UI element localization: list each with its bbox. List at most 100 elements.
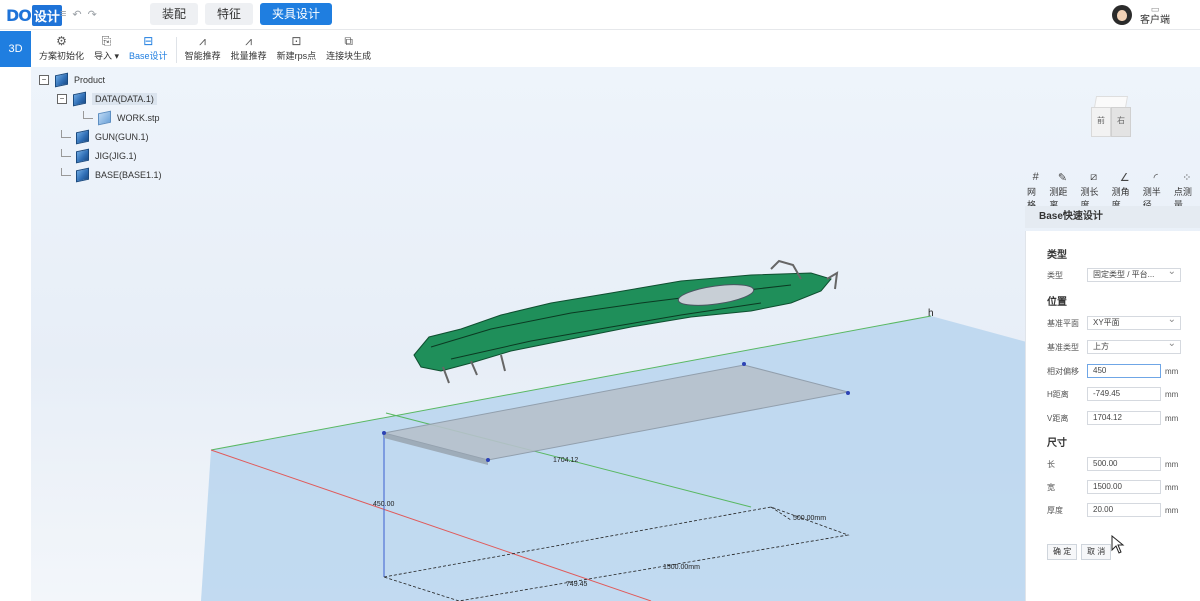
tool-label: 批量推荐	[230, 51, 267, 61]
part-icon	[97, 111, 111, 124]
grid-icon: #	[1032, 171, 1039, 183]
panel-title: Base快速设计	[1025, 206, 1200, 228]
assembly-icon	[72, 92, 86, 105]
axis-h-label: h	[928, 308, 934, 319]
tool-batch-recommend[interactable]: ⩘ 批量推荐	[226, 33, 272, 63]
assembly-icon	[75, 130, 89, 143]
tab-assembly[interactable]: 装配	[150, 3, 199, 25]
module-tabs: 装配 特征 夹具设计	[150, 3, 333, 25]
tool-label: Base设计	[129, 51, 168, 61]
tool-smart-recommend[interactable]: ⩘ 智能推荐	[180, 33, 226, 63]
ok-button[interactable]: 确 定	[1047, 544, 1078, 560]
client-button[interactable]: ▭ 客户端	[1140, 4, 1170, 26]
user-area[interactable]: ▭ 客户端	[1112, 4, 1170, 26]
monitor-icon: ▭	[1150, 4, 1160, 14]
pen-icon: ✎	[1057, 172, 1068, 184]
view-cube[interactable]: 前 右	[1089, 93, 1135, 141]
section-size: 尺寸	[1047, 438, 1067, 449]
add-point-icon: ⊡	[291, 34, 302, 48]
tool-init-scheme[interactable]: ⚙ 方案初始化	[34, 33, 89, 63]
avatar[interactable]	[1112, 5, 1132, 25]
point-icon: ⁘	[1182, 172, 1192, 184]
divider	[175, 37, 177, 63]
mode-3d-button[interactable]: 3D	[0, 31, 31, 67]
row-ref-plane: 基准平面 XY平面	[1047, 314, 1181, 330]
tool-base-design[interactable]: ⊟ Base设计	[124, 33, 173, 63]
menu-icon[interactable]: ≡	[60, 8, 66, 21]
row-ref-type: 基准类型 上方	[1047, 338, 1181, 354]
row-type: 类型 固定类型 / 平台...	[1047, 266, 1181, 282]
base-design-panel: 类型 类型 固定类型 / 平台... 位置 基准平面 XY平面 基准类型 上方 …	[1025, 231, 1200, 601]
tool-measure-radius[interactable]: ◜ 测半径	[1143, 171, 1169, 211]
ref-plane-select[interactable]: XY平面	[1087, 314, 1181, 330]
row-thickness: 厚度 20.00 mm	[1047, 503, 1178, 517]
compass-icon: ⩘	[245, 34, 252, 48]
tab-fixture-design[interactable]: 夹具设计	[260, 3, 333, 25]
row-width: 宽 1500.00 mm	[1047, 480, 1178, 494]
h-distance-input[interactable]: -749.45	[1087, 387, 1161, 401]
tool-label: 方案初始化	[39, 51, 85, 61]
tool-new-rps-point[interactable]: ⊡ 新建rps点	[272, 33, 322, 63]
ruler-icon: ⧄	[1090, 171, 1098, 183]
redo-icon[interactable]: ↷	[88, 8, 97, 21]
dimension-749: 749.45	[566, 581, 588, 588]
mouse-cursor-icon	[1111, 535, 1125, 554]
tool-label: 连接块生成	[326, 51, 372, 61]
assembly-icon	[75, 168, 89, 181]
tool-measure-angle[interactable]: ∠ 测角度	[1112, 171, 1138, 211]
tree-node-base[interactable]: BASE(BASE1.1)	[61, 165, 162, 184]
base-icon: ⊟	[143, 34, 154, 48]
tree-node-data[interactable]: − DATA(DATA.1)	[57, 89, 162, 108]
tool-connector-gen[interactable]: ⧉ 连接块生成	[321, 33, 376, 63]
tool-import[interactable]: ⎘ 导入 ▾	[89, 33, 124, 63]
tool-label: 新建rps点	[276, 51, 317, 61]
top-bar: DO 设计 ≡ ↶ ↷ 装配 特征 夹具设计 ▭ 客户端	[0, 0, 1200, 30]
client-label: 客户端	[1140, 15, 1170, 26]
dimension-1704: 1704.12	[553, 457, 579, 464]
section-type: 类型	[1047, 250, 1067, 261]
toolbar: 3D ⚙ 方案初始化 ⎘ 导入 ▾ ⊟ Base设计 ⩘ 智能推荐 ⩘ 批量推荐…	[0, 31, 1200, 67]
angle-icon: ∠	[1119, 172, 1130, 184]
gear-icon: ⚙	[56, 34, 67, 48]
tab-features[interactable]: 特征	[205, 3, 254, 25]
tool-measure-length[interactable]: ⧄ 测长度	[1081, 171, 1107, 211]
tool-grid[interactable]: # 网格	[1027, 171, 1044, 211]
row-length: 长 500.00 mm	[1047, 457, 1178, 471]
copy-icon: ⧉	[344, 34, 353, 48]
import-icon: ⎘	[101, 34, 112, 48]
view-front-label[interactable]: 前	[1097, 115, 1105, 126]
section-position: 位置	[1047, 297, 1067, 308]
width-input[interactable]: 1500.00	[1087, 480, 1161, 494]
tool-point-measure[interactable]: ⁘ 点测量	[1174, 171, 1200, 211]
row-v-distance: V距离 1704.12 mm	[1047, 411, 1178, 425]
tool-label: 导入 ▾	[94, 51, 120, 61]
v-distance-input[interactable]: 1704.12	[1087, 411, 1161, 425]
length-input[interactable]: 500.00	[1087, 457, 1161, 471]
tree-node-jig[interactable]: JIG(JIG.1)	[61, 146, 162, 165]
app-logo: DO 设计	[6, 4, 62, 26]
compass-icon: ⩘	[199, 34, 206, 48]
dimension-450: 450.00	[373, 501, 395, 508]
measure-toolbar: # 网格 ✎ 测距离 ⧄ 测长度 ∠ 测角度 ◜ 测半径 ⁘ 点测量	[1027, 171, 1200, 211]
dimension-500: 500.00mm	[793, 515, 827, 522]
tree-node-gun[interactable]: GUN(GUN.1)	[61, 127, 162, 146]
tree-node-work[interactable]: WORK.stp	[83, 108, 162, 127]
tool-label: 智能推荐	[184, 51, 221, 61]
cancel-button[interactable]: 取 消	[1081, 544, 1112, 560]
dimension-1500: 1500.00mm	[663, 564, 700, 571]
thickness-input[interactable]: 20.00	[1087, 503, 1161, 517]
product-tree: − Product − DATA(DATA.1) WORK.stp GUN(GU…	[39, 70, 162, 184]
view-right-label[interactable]: 右	[1117, 115, 1125, 126]
type-select[interactable]: 固定类型 / 平台...	[1087, 266, 1181, 282]
offset-input[interactable]: 450	[1087, 364, 1161, 378]
row-offset: 相对偏移 450 mm	[1047, 364, 1178, 378]
collapse-icon[interactable]: −	[39, 74, 49, 85]
logo-text: 设计	[31, 4, 62, 26]
collapse-icon[interactable]: −	[57, 93, 67, 104]
ref-type-select[interactable]: 上方	[1087, 338, 1181, 354]
tool-measure-distance[interactable]: ✎ 测距离	[1049, 171, 1075, 211]
undo-icon[interactable]: ↶	[72, 8, 81, 21]
radius-icon: ◜	[1153, 172, 1158, 184]
row-h-distance: H距离 -749.45 mm	[1047, 387, 1178, 401]
tree-node-product[interactable]: − Product	[39, 70, 162, 89]
